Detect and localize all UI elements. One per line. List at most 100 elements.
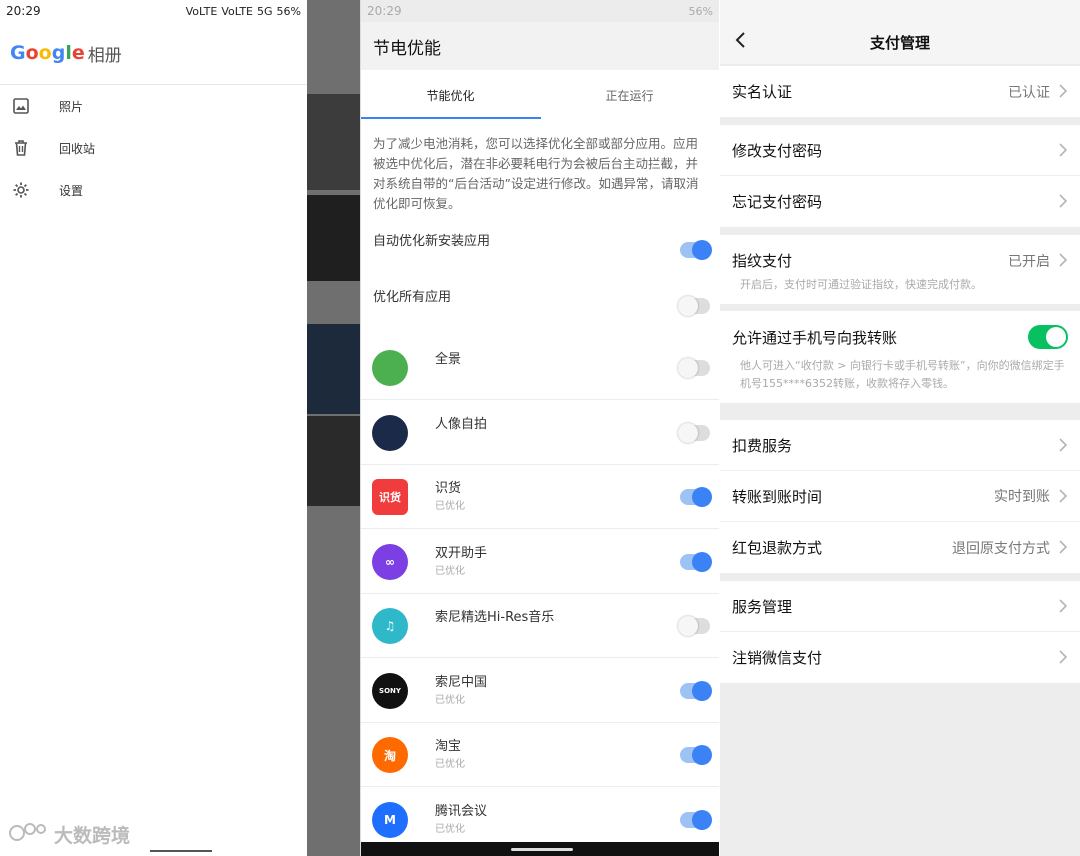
app-name: 人像自拍: [435, 416, 488, 432]
nav-label: 设置: [59, 183, 84, 198]
battery-level: 56%: [688, 4, 713, 18]
app-optimize-toggle[interactable]: [680, 680, 712, 701]
auto-optimize-toggle[interactable]: [680, 240, 712, 260]
cell-label: 注销微信支付: [732, 649, 823, 667]
app-name: 双开助手: [435, 545, 488, 561]
app-name: 淘宝: [435, 739, 462, 754]
app-icon: ∞: [372, 543, 408, 580]
navigation-bar: [361, 842, 719, 856]
gear-icon: [11, 180, 31, 200]
app-optimize-toggle[interactable]: [680, 809, 712, 830]
app-brand: Google 相册: [10, 40, 122, 66]
settings-cell[interactable]: 服务管理: [720, 581, 1080, 632]
nav-item-settings[interactable]: 设置: [0, 170, 307, 210]
nav-item-photos[interactable]: 照片: [0, 86, 307, 126]
settings-group: 修改支付密码 忘记支付密码: [720, 125, 1080, 227]
app-optimize-toggle[interactable]: [680, 551, 712, 572]
home-indicator[interactable]: [150, 850, 212, 852]
top-bar: 支付管理: [720, 0, 1080, 64]
nav-label: 回收站: [59, 141, 96, 156]
cell-value: 退回原支付方式: [952, 540, 1050, 557]
home-indicator[interactable]: [511, 848, 573, 851]
settings-cell[interactable]: 扣费服务: [720, 420, 1080, 471]
app-optimize-toggle[interactable]: [678, 358, 710, 378]
status-bar: 20:29 VoLTE VoLTE 5G 56%: [0, 0, 307, 22]
photos-panel: 20:29 VoLTE VoLTE 5G 56% Google 相册 照片 回收…: [0, 0, 360, 856]
cell-label: 转账到账时间: [732, 487, 823, 506]
tab-running[interactable]: 正在运行: [540, 70, 719, 120]
app-row[interactable]: 人像自拍: [361, 401, 719, 465]
settings-cell[interactable]: 转账到账时间 实时到账: [720, 471, 1080, 522]
thumbnail: [307, 94, 360, 190]
settings-cell[interactable]: 忘记支付密码: [720, 176, 1080, 227]
app-row[interactable]: 全景: [361, 336, 719, 400]
app-optimize-toggle[interactable]: [678, 616, 710, 636]
cell-label: 红包退款方式: [732, 539, 823, 557]
option-label: 优化所有应用: [373, 290, 452, 305]
toggle-knob: [692, 680, 712, 701]
cell-label: 服务管理: [732, 597, 793, 616]
app-row[interactable]: ♫ 索尼精选Hi-Res音乐: [361, 594, 719, 658]
settings-group: 允许通过手机号向我转账 他人可进入“收付款 > 向银行卡或手机号转账”，向你的微信…: [720, 311, 1080, 403]
toggle-knob: [678, 616, 698, 636]
nav-label: 照片: [59, 99, 84, 114]
app-status: 已优化: [435, 823, 465, 835]
chevron-right-icon: [1059, 489, 1068, 503]
app-status: 已优化: [435, 694, 465, 706]
google-letter: o: [25, 42, 39, 64]
app-optimize-toggle[interactable]: [678, 422, 710, 443]
description: 为了减少电池消耗，您可以选择优化全部或部分应用。应用被选中优化后，潜在非必要耗电…: [373, 136, 699, 211]
nav-item-trash[interactable]: 回收站: [0, 128, 307, 168]
app-row[interactable]: ∞ 双开助手已优化: [361, 530, 719, 594]
google-letter: e: [71, 42, 85, 64]
app-icon: [372, 350, 408, 386]
chevron-right-icon: [1059, 143, 1068, 157]
chevron-right-icon: [1059, 84, 1068, 98]
cell-value: 已开启: [1008, 253, 1050, 270]
app-icon: [372, 414, 408, 451]
google-letter: o: [38, 42, 52, 64]
optimize-all-toggle[interactable]: [678, 296, 710, 316]
battery-level: 56%: [276, 4, 301, 18]
chevron-right-icon: [1059, 253, 1068, 267]
app-icon: 淘: [372, 737, 408, 773]
tab-indicator: [361, 117, 541, 119]
app-name: 腾讯会议: [435, 803, 488, 819]
settings-cell[interactable]: 红包退款方式 退回原支付方式: [720, 522, 1080, 573]
tab-bar: 节能优化 正在运行: [361, 70, 719, 120]
settings-cell[interactable]: 注销微信支付: [720, 632, 1080, 683]
google-logo: Google: [10, 42, 85, 64]
network-type: 5G: [257, 4, 273, 18]
toggle-knob: [692, 745, 712, 765]
photo-icon: [11, 96, 31, 116]
tab-optimize[interactable]: 节能优化: [361, 70, 540, 120]
app-name: 全景: [435, 352, 462, 367]
app-icon: 识货: [372, 479, 408, 515]
volte-icon: VoLTE: [185, 4, 218, 18]
phone-transfer-toggle[interactable]: [1028, 325, 1068, 349]
settings-cell[interactable]: 修改支付密码: [720, 125, 1080, 176]
settings-cell[interactable]: 实名认证 已认证: [720, 66, 1080, 117]
watermark: 大数跨境: [8, 820, 130, 849]
app-name: 索尼精选Hi-Res音乐: [435, 610, 555, 625]
app-name: 索尼中国: [435, 674, 488, 690]
app-row[interactable]: 淘 淘宝 已优化: [361, 723, 719, 787]
app-row[interactable]: SONY 索尼中国 已优化: [361, 659, 719, 723]
watermark-text: 大数跨境: [54, 825, 131, 847]
thumbnail: [307, 324, 360, 414]
toggle-knob: [678, 358, 698, 378]
app-row[interactable]: 识货 识货 已优化: [361, 465, 719, 529]
app-status: 已优化: [435, 565, 465, 577]
app-optimize-toggle[interactable]: [680, 487, 712, 507]
app-icon: M: [372, 801, 408, 838]
cell-label: 实名认证: [732, 83, 793, 101]
app-optimize-toggle[interactable]: [680, 745, 712, 765]
settings-cell[interactable]: 允许通过手机号向我转账: [720, 311, 1080, 363]
settings-group: 服务管理注销微信支付: [720, 581, 1080, 683]
toggle-knob: [678, 422, 698, 443]
app-name: 相册: [87, 45, 122, 66]
cell-label: 指纹支付: [732, 252, 793, 270]
settings-cell[interactable]: 指纹支付 已开启: [720, 235, 1080, 286]
chevron-right-icon: [1059, 194, 1068, 208]
volte-icon: VoLTE: [221, 4, 254, 18]
